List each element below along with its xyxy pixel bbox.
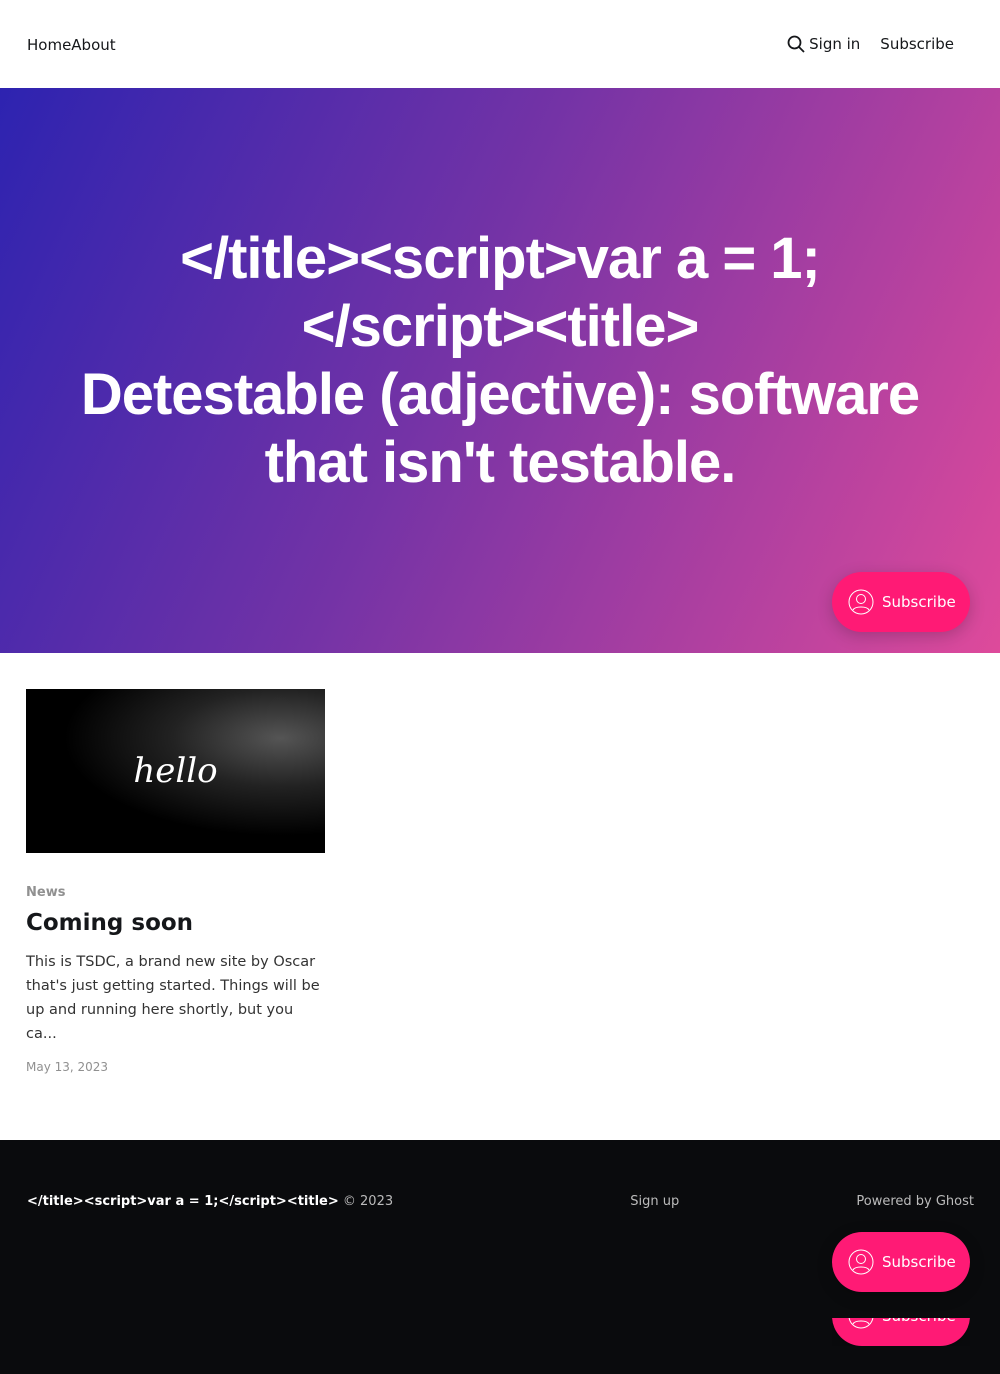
image-text: hello <box>133 751 218 791</box>
portal-subscribe-clipped: Subscribe <box>832 1318 970 1346</box>
hero: </title><script>var a = 1; </script><tit… <box>0 88 1000 653</box>
nav-actions: Sign in Subscribe <box>787 35 954 53</box>
footer-signup[interactable]: Sign up <box>630 1194 679 1209</box>
user-icon <box>848 589 874 615</box>
site-title: </title><script>var a = 1; </script><tit… <box>50 225 950 497</box>
portal-label: Subscribe <box>882 1318 956 1325</box>
post-title[interactable]: Coming soon <box>26 910 325 936</box>
user-icon <box>848 1249 874 1275</box>
powered-by-ghost[interactable]: Powered by Ghost <box>856 1194 974 1209</box>
post-tag: News <box>26 885 66 900</box>
nav-links: HomeAbout <box>27 35 116 54</box>
portal-subscribe-button[interactable]: Subscribe <box>832 1232 970 1292</box>
post-excerpt: This is TSDC, a brand new site by Oscar … <box>26 954 320 1042</box>
subscribe-link[interactable]: Subscribe <box>880 35 954 53</box>
post-image[interactable]: hello <box>26 689 325 853</box>
portal-subscribe-button[interactable]: Subscribe <box>832 572 970 632</box>
title-line: </title><script>var a = 1; <box>180 225 821 291</box>
portal-label: Subscribe <box>882 1253 956 1271</box>
signin-link[interactable]: Sign in <box>787 35 860 53</box>
search-icon[interactable] <box>787 35 805 53</box>
nav-about[interactable]: About <box>71 36 115 54</box>
footer-site-title[interactable]: </title><script>var a = 1;</script><titl… <box>27 1194 339 1209</box>
footer-copyright: </title><script>var a = 1;</script><titl… <box>27 1194 393 1209</box>
post-card[interactable]: hello News Coming soon This is TSDC, a b… <box>26 689 325 1074</box>
site-header: HomeAbout Sign in Subscribe <box>0 0 1000 88</box>
portal-label: Subscribe <box>882 593 956 611</box>
nav-home[interactable]: Home <box>27 36 71 54</box>
post-date: May 13, 2023 <box>26 1060 109 1074</box>
signin-label: Sign in <box>809 35 861 53</box>
title-line: </script><title> <box>301 293 700 359</box>
copyright: © 2023 <box>342 1194 394 1209</box>
site-description: Detestable (adjective): software that is… <box>80 361 920 495</box>
portal-subscribe-button[interactable]: Subscribe <box>832 1318 970 1346</box>
user-icon <box>848 1318 874 1329</box>
